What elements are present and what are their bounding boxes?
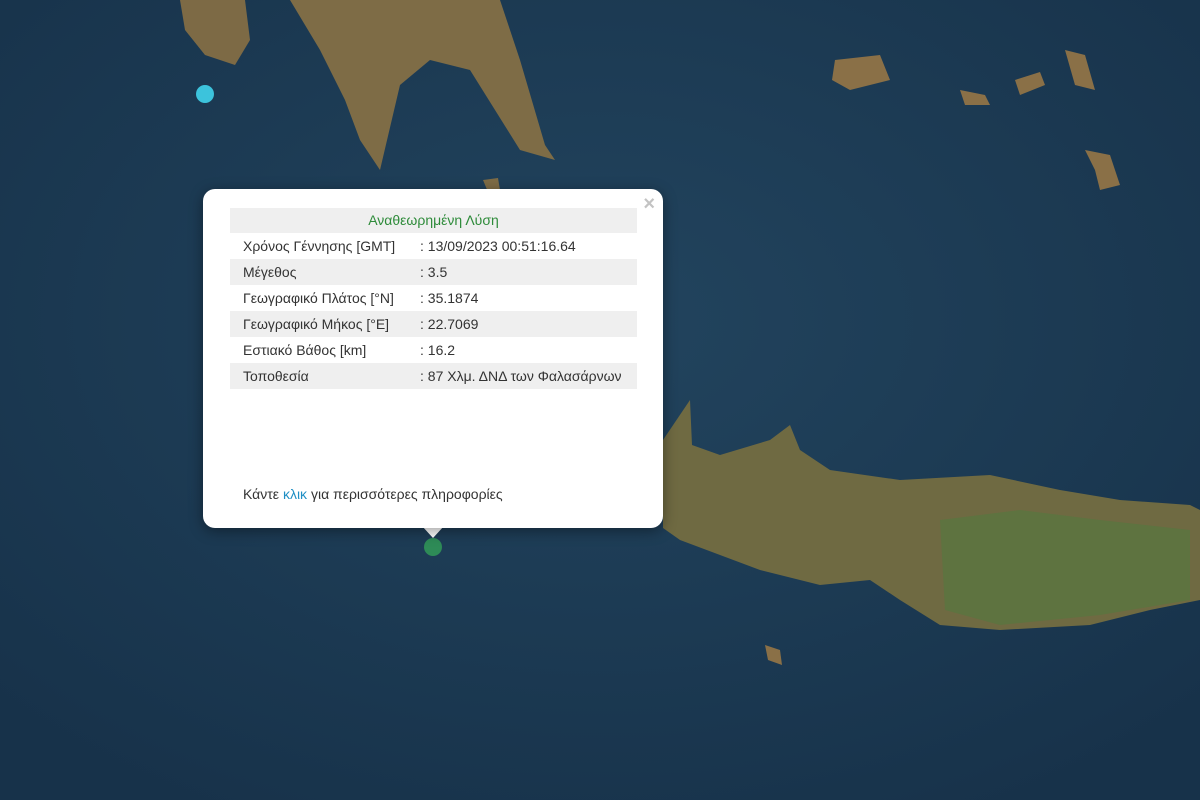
row-label: Γεωγραφικό Πλάτος [°N] [243,290,394,306]
table-row: Τοποθεσία: 87 Χλμ. ΔΝΔ των Φαλασάρνων [230,363,637,389]
row-value: : 87 Χλμ. ΔΝΔ των Φαλασάρνων [420,363,637,389]
row-value: : 13/09/2023 00:51:16.64 [420,238,576,254]
row-label: Τοποθεσία [230,363,420,389]
row-value: : 35.1874 [420,290,479,306]
earthquake-marker-other[interactable] [196,85,214,103]
more-info-link[interactable]: κλικ [283,486,307,502]
row-label: Χρόνος Γέννησης [GMT] [243,238,396,254]
table-row: Γεωγραφικό Πλάτος [°N] : 35.1874 [230,285,637,311]
earthquake-info-popup: × Αναθεωρημένη Λύση Χρόνος Γέννησης [GMT… [203,189,663,528]
row-label: Μέγεθος [230,259,420,285]
more-info-text: Κάντε κλικ για περισσότερες πληροφορίες [243,486,503,502]
table-row: Χρόνος Γέννησης [GMT] : 13/09/2023 00:51:… [230,233,637,259]
earthquake-details-table: Αναθεωρημένη Λύση Χρόνος Γέννησης [GMT]:… [230,208,637,389]
popup-title: Αναθεωρημένη Λύση [230,208,637,233]
row-value: : 22.7069 [420,311,637,337]
table-row: Γεωγραφικό Μήκος [°E]: 22.7069 [230,311,637,337]
footer-prefix: Κάντε [243,486,280,502]
row-label: Εστιακό Βάθος [km] [243,342,367,358]
row-value: : 3.5 [420,259,637,285]
table-row: Εστιακό Βάθος [km] : 16.2 [230,337,637,363]
table-row: Μέγεθος: 3.5 [230,259,637,285]
earthquake-marker-selected[interactable] [424,538,442,556]
row-value: : 16.2 [420,342,456,358]
row-label: Γεωγραφικό Μήκος [°E] [230,311,420,337]
close-icon[interactable]: × [643,193,655,216]
footer-suffix: για περισσότερες πληροφορίες [310,486,503,502]
